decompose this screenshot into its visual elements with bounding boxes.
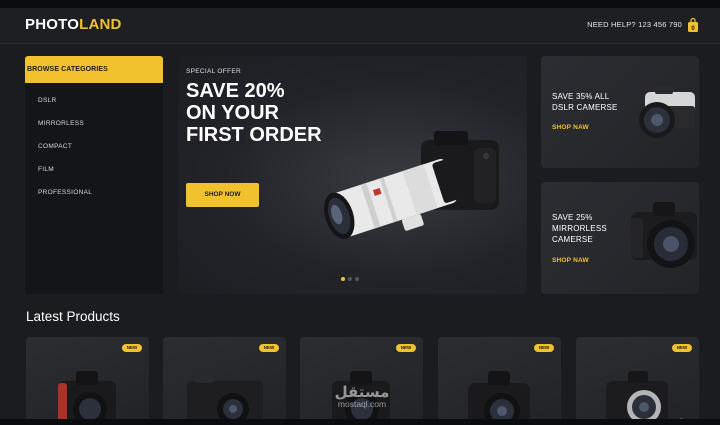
product-badge: NEW — [534, 344, 554, 352]
promo-dslr-shop-link[interactable]: SHOP NAW — [552, 124, 589, 131]
promo-card-mirrorless[interactable]: SAVE 25% MIRRORLESS CAMERSE SHOP NAW — [541, 182, 699, 294]
browse-categories-label: BROWSE CATEGORIES — [27, 66, 108, 73]
hero-title-line2: ON YOUR — [186, 102, 279, 124]
promo-card-dslr[interactable]: SAVE 35% ALL DSLR CAMERSE SHOP NAW — [541, 56, 699, 168]
hero-camera-image — [324, 131, 499, 240]
watermark: مستقل mostaql.com — [317, 383, 407, 409]
promo-mirrorless-text: SAVE 25% MIRRORLESS CAMERSE — [552, 212, 607, 245]
sidebar-item-dslr[interactable]: DSLR — [38, 97, 57, 104]
sidebar-item-mirrorless[interactable]: MIRRORLESS — [38, 120, 84, 127]
promo-mirrorless-shop-link[interactable]: SHOP NAW — [552, 257, 589, 264]
browse-categories-header[interactable]: BROWSE CATEGORIES — [25, 56, 163, 83]
product-card-2[interactable]: NEW — [163, 337, 286, 419]
promo-mirrorless-line2: MIRRORLESS — [552, 224, 607, 233]
logo-part-land: LAND — [79, 16, 122, 33]
promo-dslr-line1: SAVE 35% ALL — [552, 92, 610, 101]
sidebar-item-compact[interactable]: COMPACT — [38, 143, 72, 150]
promo-mirrorless-line3: CAMERSE — [552, 235, 593, 244]
categories-sidebar: BROWSE CATEGORIES DSLR MIRRORLESS COMPAC… — [25, 56, 163, 294]
promo-dslr-text: SAVE 35% ALL DSLR CAMERSE — [552, 91, 618, 113]
promo-mirrorless-camera-image — [631, 202, 697, 268]
logo-part-photo: PHOTO — [25, 16, 80, 33]
compact-camera-image — [187, 375, 263, 419]
product-card-4[interactable]: NEW — [438, 337, 561, 419]
carousel-dot-1[interactable] — [341, 277, 345, 281]
site-header: PHOTOLAND NEED HELP? 123 456 790 0 — [0, 8, 720, 44]
canon-dslr-camera-image — [468, 371, 530, 419]
watermark-latin: mostaql.com — [337, 399, 387, 409]
hero-title-line3: FIRST ORDER — [186, 124, 322, 146]
hero-banner: SPECIAL OFFER SAVE 20% ON YOUR FIRST ORD… — [178, 56, 527, 294]
product-badge: NEW — [396, 344, 416, 352]
product-badge: NEW — [122, 344, 142, 352]
product-card-1[interactable]: NEW — [26, 337, 149, 419]
hero-title: SAVE 20% ON YOUR FIRST ORDER — [186, 80, 322, 146]
product-card-5[interactable]: NEW — [576, 337, 699, 419]
sidebar-item-professional[interactable]: PROFESSIONAL — [38, 189, 92, 196]
mirrorless-camera-image — [606, 371, 668, 419]
promo-dslr-line2: DSLR CAMERSE — [552, 103, 618, 112]
product-badge: NEW — [259, 344, 279, 352]
hero-shop-now-button[interactable]: SHOP NOW — [186, 183, 259, 207]
promo-mirrorless-line1: SAVE 25% — [552, 213, 593, 222]
hero-tag: SPECIAL OFFER — [186, 68, 241, 75]
nikon-dslr-camera-image — [58, 371, 116, 419]
help-phone[interactable]: NEED HELP? 123 456 790 — [587, 20, 682, 29]
shopping-bag-icon[interactable]: 0 — [687, 17, 699, 33]
hero-title-line1: SAVE 20% — [186, 80, 285, 102]
carousel-dot-2[interactable] — [348, 277, 352, 281]
logo[interactable]: PHOTOLAND — [25, 16, 122, 33]
carousel-dot-3[interactable] — [355, 277, 359, 281]
product-badge: NEW — [672, 344, 692, 352]
sidebar-item-film[interactable]: FILM — [38, 166, 54, 173]
promo-dslr-camera-image — [639, 86, 695, 138]
latest-products-title: Latest Products — [26, 309, 120, 324]
chevron-right-icon[interactable]: › — [680, 414, 683, 419]
carousel-dots — [341, 277, 365, 283]
page: PHOTOLAND NEED HELP? 123 456 790 0 BROWS… — [0, 8, 720, 419]
